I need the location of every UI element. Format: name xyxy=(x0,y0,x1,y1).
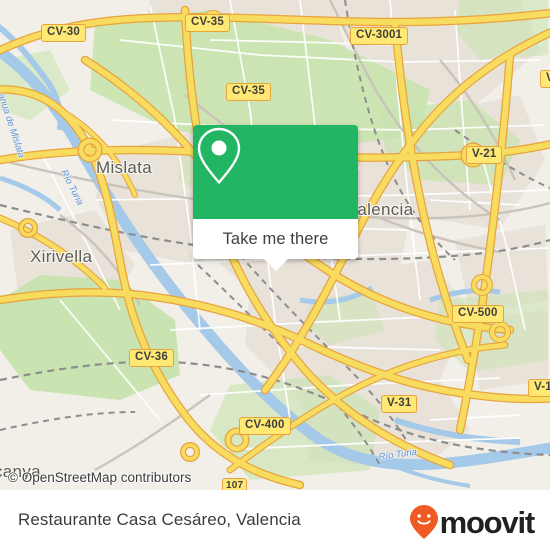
road-shield: CV-3001 xyxy=(350,27,409,45)
moovit-brand: moovit xyxy=(409,504,536,540)
road-shield: V-1 xyxy=(528,379,550,397)
road-shield: CV-36 xyxy=(129,349,174,367)
take-me-there-label: Take me there xyxy=(222,229,329,248)
moovit-smiley-pin-icon xyxy=(409,505,438,539)
road-shield: V-31 xyxy=(381,395,418,413)
place-name: Restaurante Casa Cesáreo, Valencia xyxy=(18,510,301,529)
footer-bar: Restaurante Casa Cesáreo, Valencia moovi… xyxy=(0,490,550,550)
road-shield: CV-500 xyxy=(452,305,504,323)
road-shield: V-21 xyxy=(466,146,503,164)
road-shield: CV-30 xyxy=(41,24,86,42)
road-shield: CV-35 xyxy=(226,83,271,101)
location-callout-card[interactable]: Take me there xyxy=(193,125,358,271)
road-shield: V xyxy=(540,70,550,88)
card-action-panel[interactable]: Take me there xyxy=(193,219,358,271)
road-shield: CV-35 xyxy=(185,14,230,32)
callout-tail xyxy=(263,259,288,271)
road-shield: 107 xyxy=(222,478,248,490)
road-shield: CV-400 xyxy=(239,417,291,435)
map-canvas[interactable]: Mislata Xirivella Valencia canya Río Tur… xyxy=(0,0,550,490)
map-attribution: © OpenStreetMap contributors xyxy=(8,470,192,485)
card-icon-panel xyxy=(193,125,358,219)
moovit-wordmark: moovit xyxy=(439,504,536,540)
map-pin-icon xyxy=(197,127,241,184)
map-share-card-page: Mislata Xirivella Valencia canya Río Tur… xyxy=(0,0,550,550)
